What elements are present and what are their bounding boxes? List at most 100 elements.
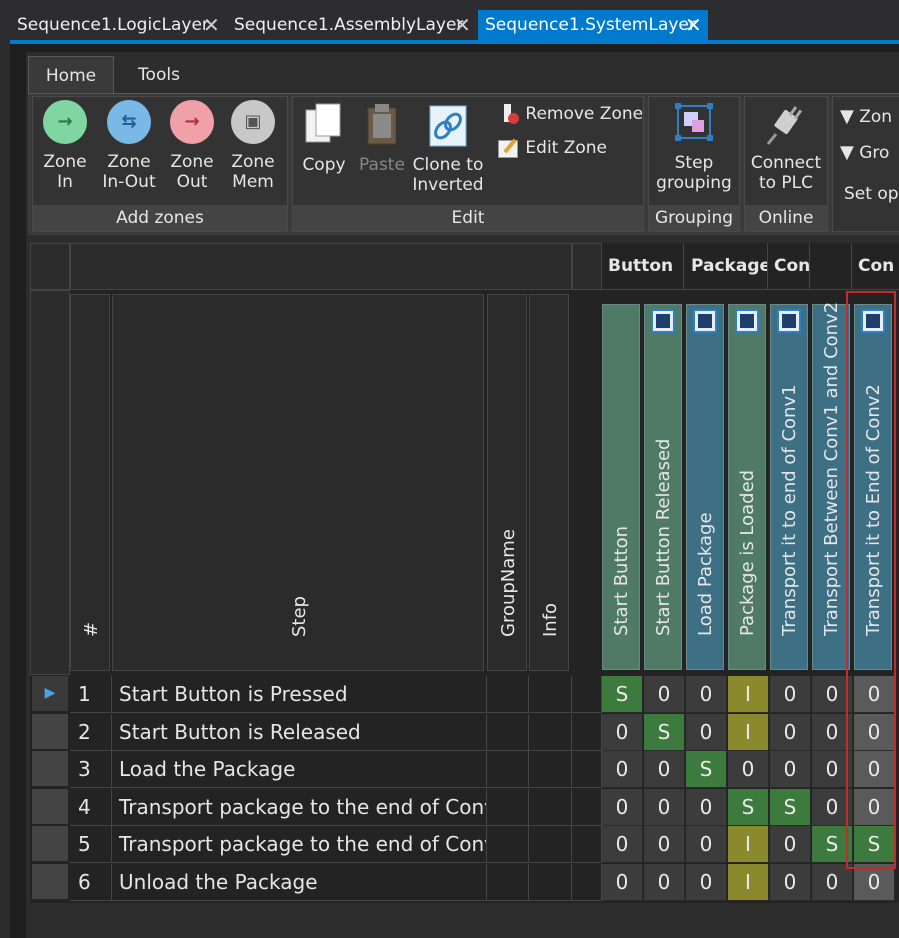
close-icon[interactable]: ✕	[203, 10, 220, 40]
zone-state-cell[interactable]: 0	[644, 676, 685, 713]
zone-filter-button[interactable]: ▼ Zon	[840, 106, 892, 127]
zone-column-header[interactable]: Transport Between Conv1 and Conv2	[812, 302, 850, 670]
zone-state-cell[interactable]: 0	[854, 751, 895, 788]
zone-state-cell[interactable]: 0	[812, 789, 853, 826]
zone-state-cell[interactable]: 0	[644, 751, 685, 788]
tab-logic-layer[interactable]: Sequence1.LogicLayer ✕	[10, 10, 226, 40]
step-name-cell[interactable]: Transport package to the end of Conv2	[112, 826, 487, 863]
zone-state-cell[interactable]: S	[728, 789, 769, 826]
zone-edit-icon[interactable]	[693, 309, 717, 333]
zone-state-cell[interactable]: 0	[812, 676, 853, 713]
zone-state-cell[interactable]: 0	[686, 826, 727, 863]
zone-state-cell[interactable]: S	[812, 826, 853, 863]
step-name-cell[interactable]: Start Button is Released	[112, 714, 487, 751]
zone-in-out-button[interactable]: ⇆ Zone In-Out	[98, 100, 160, 192]
zone-edit-icon[interactable]	[777, 309, 801, 333]
zone-state-cell[interactable]: 0	[812, 751, 853, 788]
zone-state-cell[interactable]: 0	[770, 864, 811, 901]
close-icon[interactable]: ✕	[685, 10, 702, 40]
row-selector[interactable]	[32, 826, 68, 861]
group-name-cell[interactable]	[487, 789, 529, 826]
group-filter-button[interactable]: ▼ Gro	[840, 142, 889, 163]
zone-state-cell[interactable]: 0	[770, 714, 811, 751]
zone-edit-icon[interactable]	[735, 309, 759, 333]
zone-edit-icon[interactable]	[651, 309, 675, 333]
zone-state-cell[interactable]: 0	[812, 714, 853, 751]
paste-button[interactable]: Paste	[356, 102, 408, 175]
ribbon-tab-tools[interactable]: Tools	[118, 56, 200, 94]
group-name-cell[interactable]	[487, 826, 529, 863]
zone-state-cell[interactable]: 0	[728, 751, 769, 788]
zone-column-header[interactable]: Transport it to End of Conv2	[854, 304, 892, 670]
zone-state-cell[interactable]: 0	[854, 676, 895, 713]
tab-system-layer[interactable]: Sequence1.SystemLayer ✕	[478, 10, 708, 40]
edit-zone-button[interactable]: Edit Zone	[496, 138, 607, 158]
zone-state-cell[interactable]: 0	[686, 789, 727, 826]
zone-state-cell[interactable]: 0	[602, 864, 643, 901]
zone-state-cell[interactable]: 0	[854, 864, 895, 901]
info-cell[interactable]	[529, 826, 572, 863]
zone-state-cell[interactable]: 0	[686, 676, 727, 713]
row-selector[interactable]	[32, 789, 68, 824]
zone-state-cell[interactable]: 0	[602, 826, 643, 863]
remove-zone-label: Remove Zone	[525, 104, 644, 124]
clone-to-inverted-button[interactable]: Clone to Inverted	[410, 102, 486, 195]
zone-state-cell[interactable]: 0	[770, 751, 811, 788]
zone-state-cell[interactable]: I	[728, 676, 769, 713]
zone-state-cell[interactable]: S	[686, 751, 727, 788]
zone-state-cell[interactable]: 0	[770, 676, 811, 713]
group-name-cell[interactable]	[487, 714, 529, 751]
zone-state-cell[interactable]: S	[644, 714, 685, 751]
connect-to-plc-button[interactable]: Connect to PLC	[748, 102, 824, 193]
zone-mem-button[interactable]: ▣ Zone Mem	[224, 100, 282, 192]
info-cell[interactable]	[529, 714, 572, 751]
zone-column-header[interactable]: Load Package	[686, 304, 724, 670]
zone-column-header[interactable]: Start Button	[602, 304, 640, 670]
step-name-cell[interactable]: Load the Package	[112, 751, 487, 788]
zone-state-cell[interactable]: 0	[644, 864, 685, 901]
step-grouping-button[interactable]: Step grouping	[652, 102, 736, 193]
zone-state-cell[interactable]: S	[770, 789, 811, 826]
zone-edit-icon[interactable]	[861, 309, 885, 333]
info-cell[interactable]	[529, 789, 572, 826]
step-name-cell[interactable]: Transport package to the end of Conv1	[112, 789, 487, 826]
copy-button[interactable]: Copy	[298, 102, 350, 175]
zone-column-header[interactable]: Transport it to end of Conv1	[770, 304, 808, 670]
zone-out-button[interactable]: → Zone Out	[164, 100, 220, 192]
zone-state-cell[interactable]: I	[728, 826, 769, 863]
row-selector[interactable]	[32, 864, 68, 899]
zone-state-cell[interactable]: S	[854, 826, 895, 863]
ribbon-tab-home[interactable]: Home	[28, 56, 114, 94]
zone-state-cell[interactable]: 0	[602, 714, 643, 751]
tab-assembly-layer[interactable]: Sequence1.AssemblyLayer ✕	[226, 10, 476, 40]
zone-state-cell[interactable]: 0	[854, 789, 895, 826]
group-name-cell[interactable]	[487, 676, 529, 713]
zone-state-cell[interactable]: 0	[644, 789, 685, 826]
zone-state-cell[interactable]: 0	[770, 826, 811, 863]
zone-state-cell[interactable]: 0	[686, 864, 727, 901]
step-name-cell[interactable]: Start Button is Pressed	[112, 676, 487, 713]
info-cell[interactable]	[529, 751, 572, 788]
zone-state-cell[interactable]: I	[728, 714, 769, 751]
step-name-cell[interactable]: Unload the Package	[112, 864, 487, 901]
zone-column-header[interactable]: Package is Loaded	[728, 304, 766, 670]
info-cell[interactable]	[529, 864, 572, 901]
zone-state-cell[interactable]: S	[602, 676, 643, 713]
remove-zone-button[interactable]: Remove Zone	[500, 104, 643, 124]
row-selector[interactable]: ▶	[32, 676, 68, 711]
zone-column-header[interactable]: Start Button Released	[644, 304, 682, 670]
zone-state-cell[interactable]: 0	[602, 789, 643, 826]
zone-state-cell[interactable]: I	[728, 864, 769, 901]
zone-in-button[interactable]: → Zone In	[36, 100, 94, 192]
zone-state-cell[interactable]: 0	[812, 864, 853, 901]
zone-state-cell[interactable]: 0	[644, 826, 685, 863]
close-icon[interactable]: ✕	[454, 10, 471, 40]
zone-state-cell[interactable]: 0	[602, 751, 643, 788]
row-selector[interactable]	[32, 714, 68, 749]
info-cell[interactable]	[529, 676, 572, 713]
group-name-cell[interactable]	[487, 751, 529, 788]
zone-state-cell[interactable]: 0	[854, 714, 895, 751]
group-name-cell[interactable]	[487, 864, 529, 901]
row-selector[interactable]	[32, 751, 68, 786]
zone-state-cell[interactable]: 0	[686, 714, 727, 751]
